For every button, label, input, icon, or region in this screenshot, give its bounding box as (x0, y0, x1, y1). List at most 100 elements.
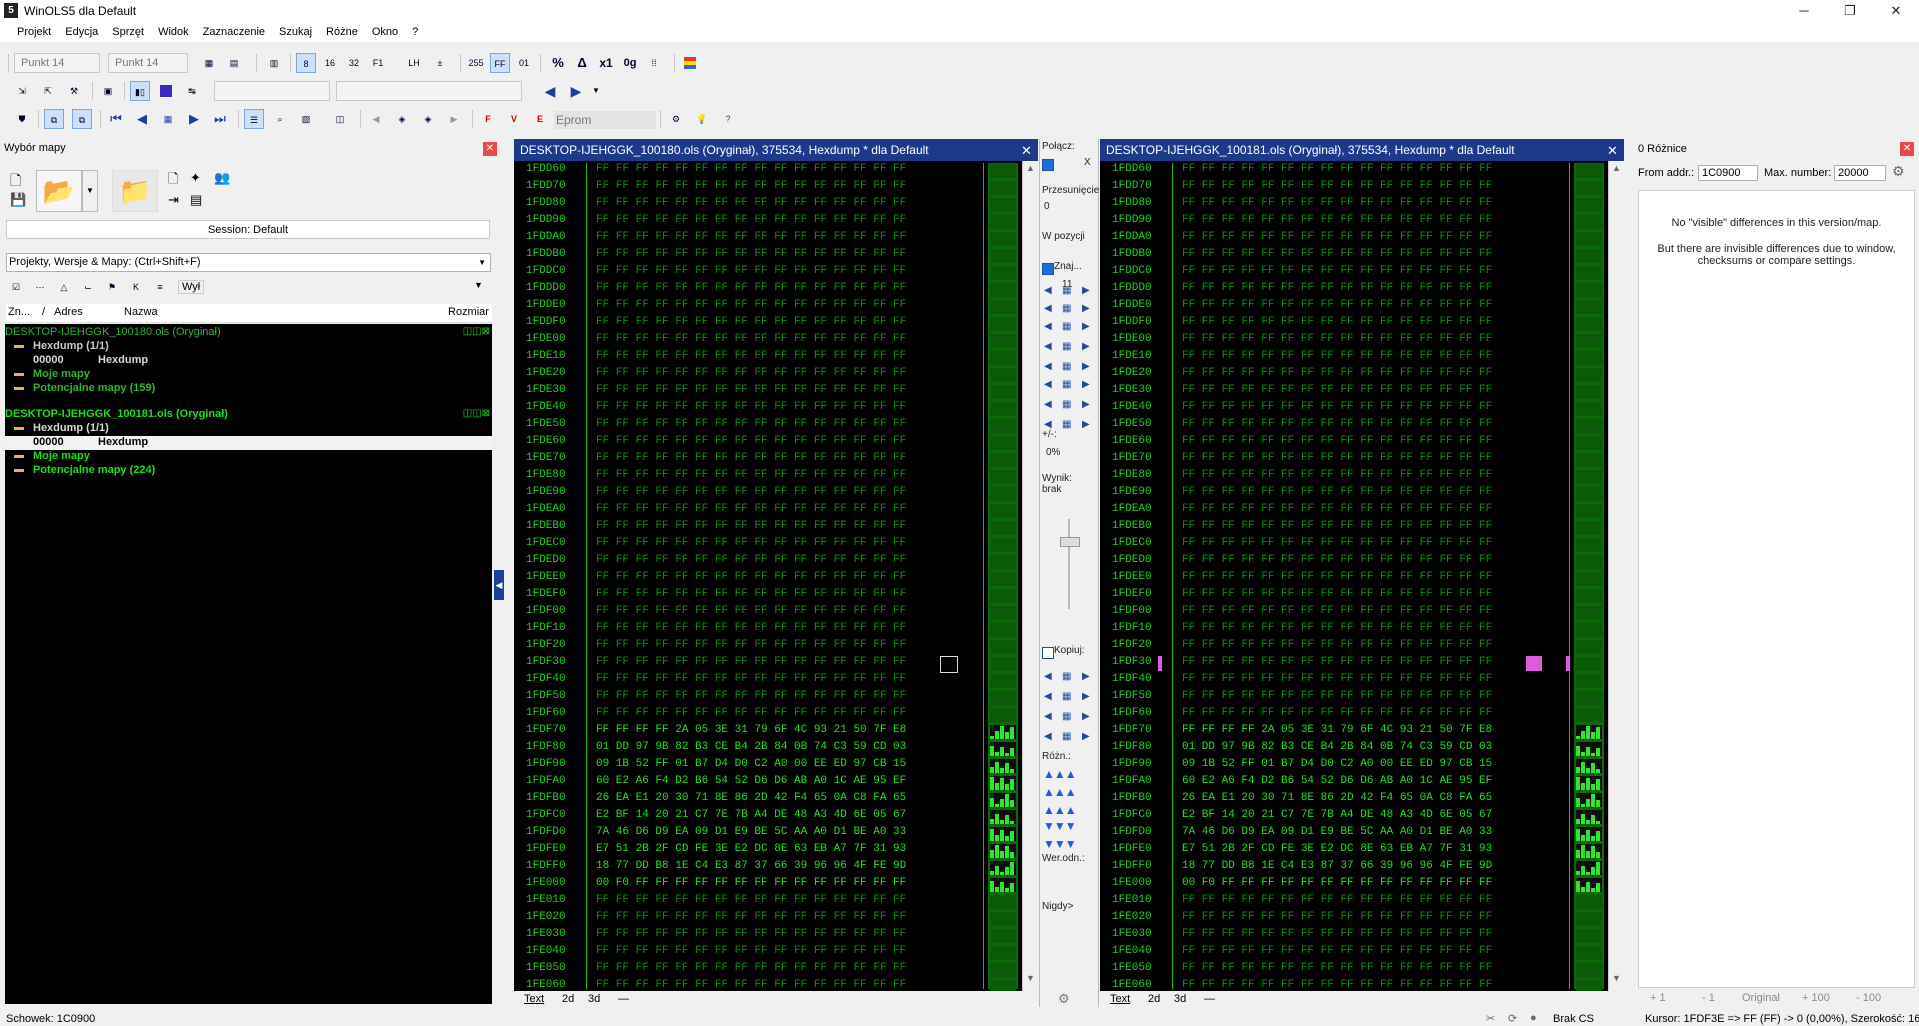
compare-checkbox[interactable] (1042, 647, 1054, 659)
nav-arrow-row[interactable]: ◀ ▦ ▶ (1044, 341, 1094, 355)
hex-bytes[interactable]: FF FF FF FF FF FF FF FF FF FF FF FF FF F… (596, 554, 906, 566)
hex-bytes[interactable]: FF FF FF FF FF FF FF FF FF FF FF FF FF F… (596, 452, 906, 464)
hex-bytes[interactable]: FF FF FF FF FF FF FF FF FF FF FF FF FF F… (1182, 282, 1492, 294)
hex-bytes[interactable]: FF FF FF FF FF FF FF FF FF FF FF FF FF F… (1182, 690, 1492, 702)
forward-icon[interactable]: ▶ (184, 109, 204, 129)
export-file-icon[interactable]: ⇥ (168, 192, 179, 208)
menu-szukaj[interactable]: Szukaj (272, 22, 319, 40)
hex-bytes[interactable]: FF FF FF FF FF FF FF FF FF FF FF FF FF F… (596, 401, 906, 413)
hex-bytes[interactable]: FF FF FF FF FF FF FF FF FF FF FF FF FF F… (1182, 163, 1492, 175)
32bit-icon[interactable]: 32 (344, 53, 364, 73)
hex-bytes[interactable]: FF FF FF FF FF FF FF FF FF FF FF FF FF F… (596, 299, 906, 311)
hex-bytes[interactable]: FF FF FF FF FF FF FF FF FF FF FF FF FF F… (596, 520, 906, 532)
hex-bytes[interactable]: FF FF FF FF FF FF FF FF FF FF FF FF FF F… (1182, 418, 1492, 430)
hex-bytes[interactable]: FF FF FF FF FF FF FF FF FF FF FF FF FF F… (1182, 571, 1492, 583)
hex-bytes[interactable]: FF FF FF FF FF FF FF FF FF FF FF FF FF F… (596, 231, 906, 243)
hex-ff-icon[interactable]: FF (490, 53, 510, 73)
tab-3d[interactable]: 3d (1174, 991, 1186, 1007)
view-b-icon[interactable] (156, 81, 176, 101)
hex-bytes[interactable]: 7A 46 D6 D9 EA 09 D1 E9 BE 5C AA A0 D1 B… (596, 826, 906, 838)
triangle-filter-icon[interactable]: △ (56, 279, 72, 295)
diff-settings-gear-icon[interactable]: ⚙ (1892, 163, 1905, 180)
nav-arrow-row[interactable]: ◀ ▦ ▶ (1044, 285, 1094, 299)
map-icon[interactable]: ▣ (98, 81, 118, 101)
nav-arrow-row[interactable]: ◀ ▦ ▶ (1044, 399, 1094, 413)
hexdump-close-icon[interactable]: ✕ (1607, 143, 1618, 159)
minimize-button[interactable]: ─ (1781, 0, 1827, 22)
table-icon[interactable]: ▤ (224, 53, 244, 73)
session-box[interactable]: Session: Default (6, 220, 490, 239)
compare-slider[interactable] (1068, 519, 1070, 609)
hex-bytes[interactable]: FF FF FF FF FF FF FF FF FF FF FF FF FF F… (596, 248, 906, 260)
hex-bytes[interactable]: 18 77 DD B8 1E C4 E3 87 37 66 39 96 96 4… (1182, 860, 1492, 872)
window-a-icon[interactable]: ⧉ (44, 109, 64, 129)
hex-bytes[interactable]: FF FF FF FF FF FF FF FF FF FF FF FF FF F… (596, 197, 906, 209)
menu-help[interactable]: ? (405, 22, 425, 40)
hex-bytes[interactable]: FF FF FF FF FF FF FF FF FF FF FF FF FF F… (1182, 928, 1492, 940)
tab-line[interactable]: — (618, 991, 629, 1007)
lightbulb-icon[interactable]: 💡 (692, 109, 712, 129)
tree-folder[interactable]: ▬ Moje mapy (5, 450, 492, 464)
tree-folder[interactable]: ▬ Hexdump (1/1) (5, 422, 492, 436)
hex-bytes[interactable]: FF FF FF FF FF FF FF FF FF FF FF FF FF F… (596, 707, 906, 719)
hex-bytes[interactable]: FF FF FF FF FF FF FF FF FF FF FF FF FF F… (1182, 401, 1492, 413)
nav-arrow-row[interactable]: ◀ ▦ ▶ (1044, 303, 1094, 317)
help-icon[interactable]: ? (718, 109, 738, 129)
hex-bytes[interactable]: FF FF FF FF FF FF FF FF FF FF FF FF FF F… (1182, 894, 1492, 906)
back-icon[interactable]: ◀ (132, 109, 152, 129)
hex-bytes[interactable]: FF FF FF FF FF FF FF FF FF FF FF FF FF F… (1182, 367, 1492, 379)
close-button[interactable]: ✕ (1873, 0, 1919, 22)
menu-zaznaczenie[interactable]: Zaznaczenie (196, 22, 272, 40)
hex-bytes[interactable]: FF FF FF FF FF FF FF FF FF FF FF FF FF F… (596, 690, 906, 702)
hex-bytes[interactable]: FF FF FF FF FF FF FF FF FF FF FF FF FF F… (1182, 350, 1492, 362)
hex-bytes[interactable]: FF FF FF FF FF FF FF FF FF FF FF FF FF F… (596, 180, 906, 192)
settings-gear-icon[interactable]: ⚙ (666, 109, 686, 129)
menu-projekt[interactable]: Projekt (10, 22, 58, 40)
menu-rozne[interactable]: Różne (319, 22, 365, 40)
hex-scrollbar[interactable]: ▲ ▼ (1608, 161, 1625, 991)
hex-bytes[interactable]: FF FF FF FF FF FF FF FF FF FF FF FF FF F… (596, 588, 906, 600)
close-project-icon[interactable]: 📁 (112, 170, 158, 212)
hex-bytes[interactable]: FF FF FF FF FF FF FF FF FF FF FF FF FF F… (1182, 435, 1492, 447)
hex-bytes[interactable]: FF FF FF FF FF FF FF FF FF FF FF FF FF F… (1182, 622, 1492, 634)
diff-nav-icon[interactable]: ▲▲▲ (1043, 803, 1077, 817)
plus-hundred-button[interactable]: + 100 (1802, 992, 1830, 1004)
flag-filter-icon[interactable]: ⚑ (104, 279, 120, 295)
minus-hundred-button[interactable]: - 100 (1856, 992, 1881, 1004)
hex-bytes[interactable]: 60 E2 A6 F4 D2 B6 54 52 D6 D6 AB A0 1C A… (1182, 775, 1492, 787)
hex-bytes[interactable]: FF FF FF FF FF FF FF FF FF FF FF FF FF F… (596, 486, 906, 498)
nav-arrow-row[interactable]: ◀ ▦ ▶ (1044, 731, 1094, 745)
value-spinner-b[interactable] (336, 81, 522, 101)
multi-icon[interactable]: ✦ (190, 170, 201, 186)
e-icon[interactable]: E (530, 109, 550, 129)
tree-folder[interactable]: ▬ Potencjalne mapy (159) (5, 382, 492, 396)
hex-bytes[interactable]: FF FF FF FF FF FF FF FF FF FF FF FF FF F… (1182, 588, 1492, 600)
grid-icon[interactable]: ▦ (199, 53, 219, 73)
hex-bytes[interactable]: FF FF FF FF FF FF FF FF FF FF FF FF FF F… (596, 469, 906, 481)
tab-line[interactable]: — (1204, 991, 1215, 1007)
hex-bytes[interactable]: FF FF FF FF FF FF FF FF FF FF FF FF FF F… (1182, 248, 1492, 260)
project-actions-icon[interactable]: ◫◫⊠ (463, 326, 490, 337)
hex-bytes[interactable]: FF FF FF FF FF FF FF FF FF FF FF FF FF F… (596, 265, 906, 277)
hex-bytes[interactable]: FF FF FF FF FF FF FF FF FF FF FF FF FF F… (596, 894, 906, 906)
diff-nav-icon[interactable]: ▲▲▲ (1043, 785, 1077, 799)
import-icon[interactable]: ⇲ (12, 81, 32, 101)
tree-map[interactable]: Hexdump 00000 (5, 354, 492, 368)
col-rozmiar[interactable]: Rozmiar (448, 306, 489, 318)
dots-filter-icon[interactable]: ⋯ (32, 279, 48, 295)
hex-bytes[interactable]: E7 51 2B 2F CD FE 3E E2 DC 8E 63 EB A7 7… (1182, 843, 1492, 855)
maximize-button[interactable]: ❐ (1827, 0, 1873, 22)
page-icon[interactable]: ▦ (158, 109, 178, 129)
binary-icon[interactable]: 01 (514, 53, 534, 73)
bits-icon[interactable]: ⁞⁞ (644, 53, 664, 73)
hex-bytes[interactable]: FF FF FF FF FF FF FF FF FF FF FF FF FF F… (596, 962, 906, 974)
hex-bytes[interactable]: 00 F0 FF FF FF FF FF FF FF FF FF FF FF F… (596, 877, 906, 889)
hex-bytes[interactable]: FF FF FF FF FF FF FF FF FF FF FF FF FF F… (1182, 656, 1492, 668)
scroll-icon[interactable]: ▧ (296, 109, 316, 129)
col-nazwa[interactable]: Nazwa (124, 306, 158, 318)
hex-bytes[interactable]: FF FF FF FF FF FF FF FF FF FF FF FF FF F… (596, 945, 906, 957)
hex-bytes[interactable]: FF FF FF FF FF FF FF FF FF FF FF FF FF F… (596, 282, 906, 294)
tab-text[interactable]: Text (524, 991, 544, 1007)
value-spinner-a[interactable] (214, 81, 330, 101)
8bit-icon[interactable]: 8 (296, 53, 316, 73)
